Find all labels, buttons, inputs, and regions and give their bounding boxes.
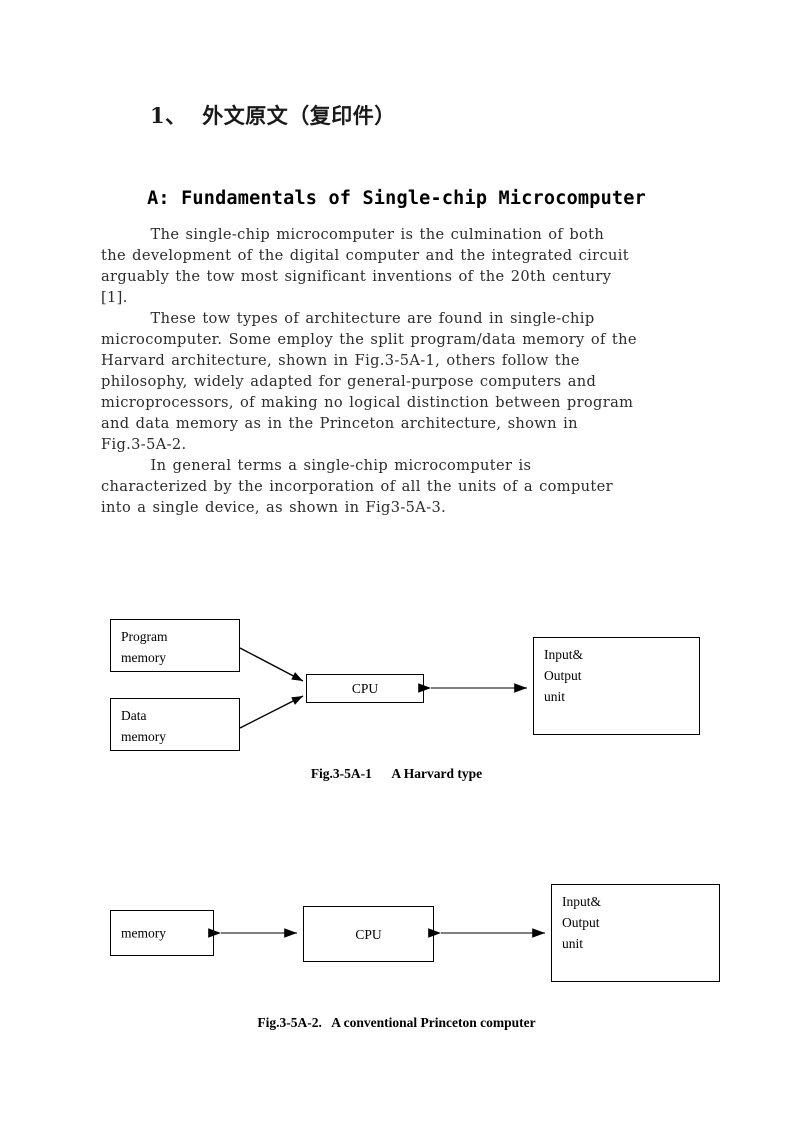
- node-io-unit-harvard: Input& Output unit: [533, 637, 700, 735]
- paragraph-line: characterized by the incorporation of al…: [101, 478, 613, 495]
- node-cpu-princeton: CPU: [303, 906, 434, 962]
- node-io-unit-princeton-label: Input& Output unit: [562, 894, 601, 951]
- paragraph-2-block: These tow types of architecture are foun…: [101, 308, 738, 455]
- paragraph-line: philosophy, widely adapted for general-p…: [101, 373, 597, 390]
- node-data-memory-label: Data memory: [121, 708, 166, 744]
- node-data-memory: Data memory: [110, 698, 240, 751]
- node-io-unit-princeton: Input& Output unit: [551, 884, 720, 982]
- node-cpu-harvard-label: CPU: [351, 681, 379, 696]
- section-heading: 1、 外文原文（复印件）: [150, 103, 396, 128]
- paragraph-2: These tow types of architecture are foun…: [101, 308, 738, 455]
- paragraph-3-block: In general terms a single-chip microcomp…: [101, 455, 738, 518]
- article-title: A: Fundamentals of Single-chip Microcomp…: [147, 188, 646, 209]
- figure-princeton-caption: Fig.3-5A-2. A conventional Princeton com…: [257, 1015, 536, 1030]
- paragraph-line: microcomputer. Some employ the split pro…: [101, 331, 637, 348]
- paragraph-line: and data memory as in the Princeton arch…: [101, 415, 578, 432]
- paragraph-line: Harvard architecture, shown in Fig.3-5A-…: [101, 352, 580, 369]
- arrow-data-to-cpu: [239, 695, 304, 729]
- figure-harvard-caption: Fig.3-5A-1 A Harvard type: [310, 766, 483, 781]
- paragraph-line: arguably the tow most significant invent…: [101, 268, 612, 285]
- paragraph-1-block: The single-chip microcomputer is the cul…: [101, 224, 738, 308]
- paragraph-line: Fig.3-5A-2.: [101, 436, 187, 453]
- node-program-memory: Program memory: [110, 619, 240, 672]
- paragraph-3: In general terms a single-chip microcomp…: [101, 455, 738, 518]
- node-cpu-harvard: CPU: [306, 674, 424, 703]
- paragraph-1: The single-chip microcomputer is the cul…: [101, 224, 738, 308]
- paragraph-line: The single-chip microcomputer is the cul…: [101, 226, 605, 243]
- node-memory-princeton-label: memory: [121, 925, 166, 941]
- paragraph-line: These tow types of architecture are foun…: [101, 310, 595, 327]
- paragraph-line: into a single device, as shown in Fig3-5…: [101, 499, 447, 516]
- node-memory-princeton: memory: [110, 910, 214, 956]
- paragraph-line: In general terms a single-chip microcomp…: [101, 457, 532, 474]
- paragraph-line: microprocessors, of making no logical di…: [101, 394, 634, 411]
- arrow-program-to-cpu: [239, 647, 304, 682]
- paragraph-line: the development of the digital computer …: [101, 247, 629, 264]
- node-cpu-princeton-label: CPU: [355, 926, 382, 942]
- document-page: 1、 外文原文（复印件） A: Fundamentals of Single-c…: [0, 0, 793, 1122]
- node-io-unit-harvard-label: Input& Output unit: [544, 647, 583, 704]
- node-program-memory-label: Program memory: [121, 629, 168, 665]
- paragraph-line: [1].: [101, 289, 128, 306]
